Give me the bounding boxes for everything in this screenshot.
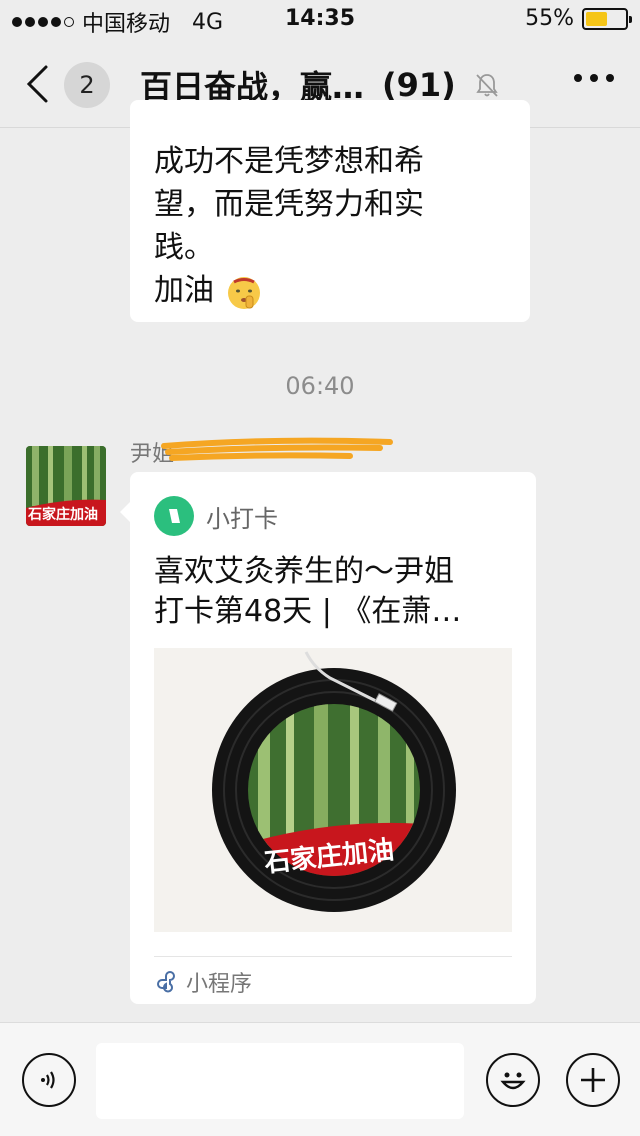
redaction-scribble: [161, 437, 393, 461]
unread-badge[interactable]: 2: [64, 62, 110, 108]
message-line: 望，而是凭努力和实: [154, 187, 424, 222]
ellipsis-icon[interactable]: [574, 74, 614, 82]
status-bar: 中国移动 4G 14:35 55%: [0, 0, 640, 40]
voice-icon: [41, 1071, 55, 1089]
battery-percent: 55%: [525, 6, 574, 31]
mini-program-link-icon: [157, 971, 175, 993]
plus-icon: [581, 1068, 605, 1092]
mini-program-header: 小打卡: [154, 496, 278, 536]
chevron-left-icon: [26, 65, 48, 103]
mini-program-name: 小打卡: [206, 504, 278, 533]
message-bubble[interactable]: 成功不是凭梦想和希 望，而是凭努力和实 践。 加油: [130, 100, 530, 322]
message-line: 成功不是凭梦想和希: [154, 144, 424, 179]
battery-fill: [586, 11, 607, 26]
mini-program-card[interactable]: 小打卡 喜欢艾灸养生的～尹姐 打卡第48天 | 《在萧… 石家庄加油 小程序: [120, 472, 536, 1004]
message-line-with-emoji: 加油: [154, 269, 424, 312]
avatar[interactable]: 石家庄加油: [26, 446, 106, 526]
plus-button[interactable]: [566, 1053, 620, 1107]
emoji-button[interactable]: [486, 1053, 540, 1107]
bell-slash-icon: [476, 74, 498, 97]
card-divider: [154, 956, 512, 957]
status-right: 55%: [525, 6, 632, 31]
mini-program-logo-icon: [154, 496, 194, 536]
card-title-line: 喜欢艾灸养生的～尹姐: [154, 554, 454, 589]
shushing-face-emoji: [227, 276, 260, 309]
member-count: (91): [382, 66, 456, 104]
vinyl-record-image: [154, 648, 512, 932]
avatar-caption: 石家庄加油: [28, 507, 98, 523]
mini-program-thumbnail: 石家庄加油: [154, 648, 512, 932]
card-title-line: 打卡第48天 | 《在萧…: [154, 594, 462, 629]
mini-program-label: 小程序: [186, 972, 253, 997]
mini-program-title: 喜欢艾灸养生的～尹姐 打卡第48天 | 《在萧…: [154, 552, 514, 632]
message-text: 成功不是凭梦想和希 望，而是凭努力和实 践。 加油: [154, 140, 424, 312]
message-line: 加油: [154, 273, 214, 308]
chat-timestamp: 06:40: [285, 372, 355, 400]
back-button[interactable]: [24, 60, 64, 108]
chat-input-bar: [0, 1022, 640, 1136]
message-input[interactable]: [96, 1043, 464, 1119]
mini-program-footer: 小程序: [154, 966, 252, 998]
message-line: 践。: [154, 230, 214, 265]
voice-button[interactable]: [22, 1053, 76, 1107]
battery-icon: [582, 7, 632, 30]
emoji-icon: [500, 1072, 526, 1090]
